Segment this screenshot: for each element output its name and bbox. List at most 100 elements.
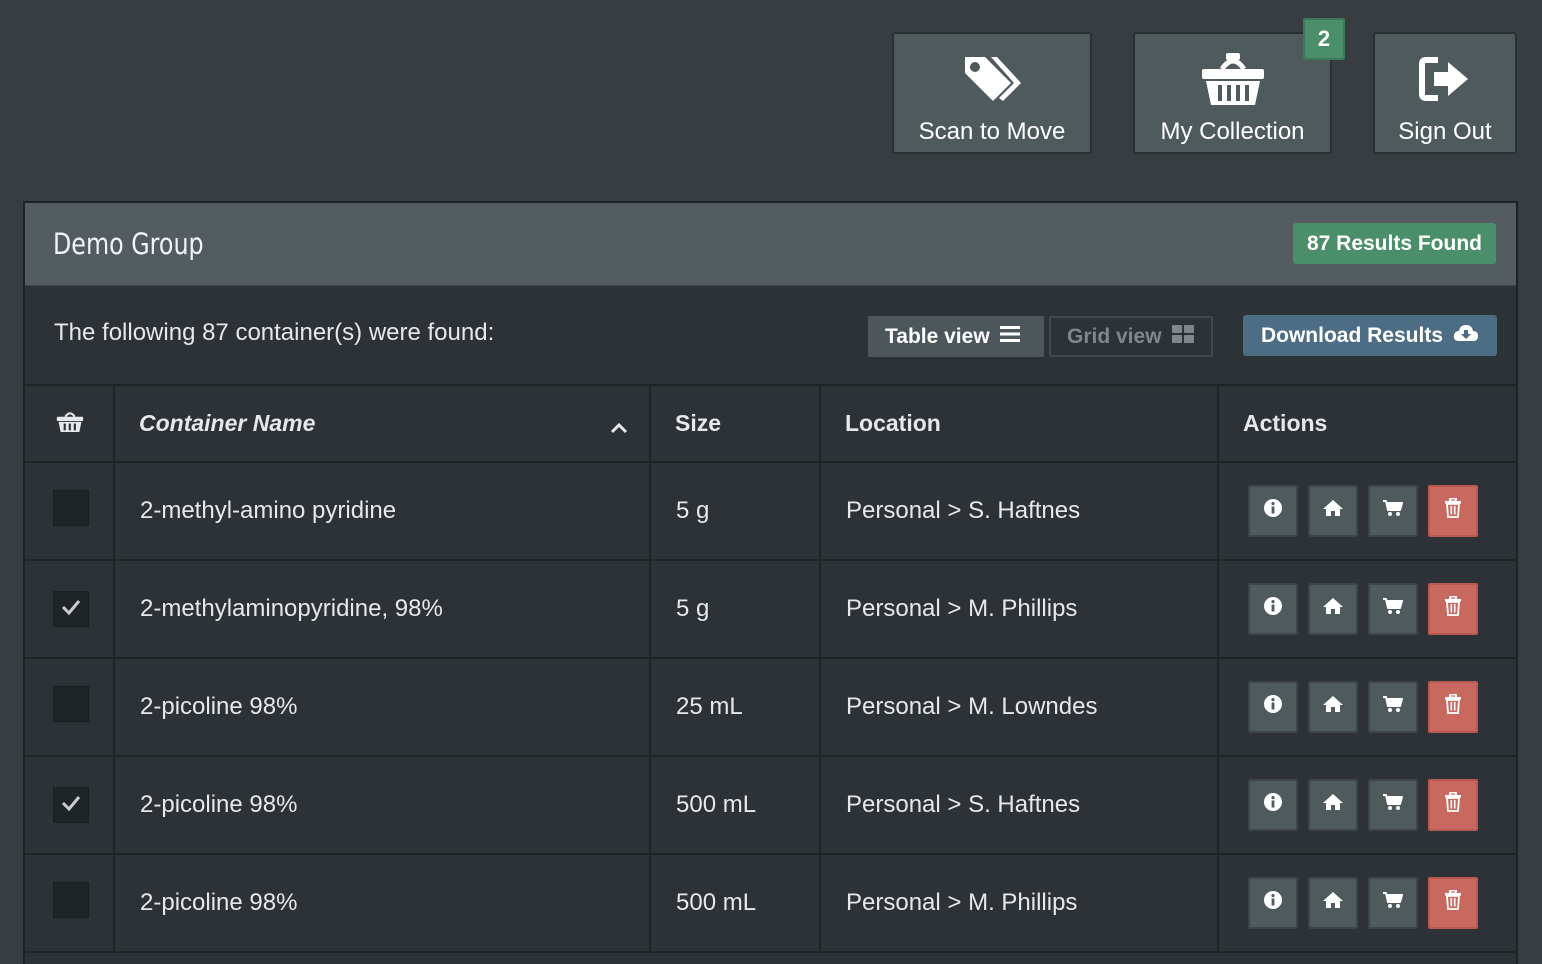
home-button[interactable] bbox=[1308, 681, 1358, 733]
home-icon bbox=[1322, 693, 1344, 721]
home-button[interactable] bbox=[1308, 877, 1358, 929]
container-name-cell: 2-picoline 98% bbox=[114, 756, 651, 855]
container-name-cell: 2-picoline 98% bbox=[114, 658, 651, 757]
panel-header: Demo Group 87 Results Found bbox=[25, 203, 1516, 286]
container-name-cell: 2-picoline 98% bbox=[114, 854, 651, 953]
found-summary-text: The following 87 container(s) were found… bbox=[54, 319, 495, 346]
info-button[interactable] bbox=[1248, 583, 1298, 635]
delete-button[interactable] bbox=[1428, 583, 1478, 635]
actions-cell bbox=[1218, 658, 1518, 757]
delete-button[interactable] bbox=[1428, 485, 1478, 537]
actions-column-header: Actions bbox=[1218, 386, 1518, 463]
trash-icon bbox=[1444, 693, 1462, 721]
add-to-cart-button[interactable] bbox=[1368, 485, 1418, 537]
grid-icon bbox=[1171, 324, 1194, 349]
container-name-cell: 2-methylaminopyridine, 98% bbox=[114, 560, 651, 659]
scan-to-move-button[interactable]: Scan to Move bbox=[892, 32, 1092, 154]
info-button[interactable] bbox=[1248, 681, 1298, 733]
info-icon bbox=[1263, 889, 1283, 917]
home-icon bbox=[1322, 889, 1344, 917]
location-column-header[interactable]: Location bbox=[820, 386, 1219, 463]
trash-icon bbox=[1444, 889, 1462, 917]
size-header-label: Size bbox=[675, 410, 722, 436]
group-title: Demo Group bbox=[53, 227, 204, 261]
row-checkbox[interactable] bbox=[53, 787, 89, 823]
home-icon bbox=[1322, 497, 1344, 525]
check-icon bbox=[60, 791, 82, 819]
delete-button[interactable] bbox=[1428, 877, 1478, 929]
sign-out-icon bbox=[1418, 52, 1472, 106]
list-icon bbox=[999, 325, 1020, 349]
row-checkbox[interactable] bbox=[53, 685, 89, 722]
trash-icon bbox=[1444, 497, 1462, 525]
table-row: 2-picoline 98% 25 mL Personal > M. Lownd… bbox=[25, 658, 1518, 757]
cart-icon bbox=[1382, 693, 1404, 721]
row-checkbox[interactable] bbox=[53, 591, 89, 627]
add-to-cart-button[interactable] bbox=[1368, 779, 1418, 831]
scan-to-move-label: Scan to Move bbox=[918, 118, 1066, 145]
table-row: 2-methyl-amino pyridine 5 g Personal > S… bbox=[25, 462, 1518, 561]
my-collection-label: My Collection bbox=[1160, 118, 1305, 145]
size-cell: 500 mL bbox=[650, 756, 821, 855]
home-button[interactable] bbox=[1308, 485, 1358, 537]
location-cell: Personal > M. Phillips bbox=[820, 560, 1219, 659]
location-cell: Personal > M. Phillips bbox=[820, 854, 1219, 953]
container-name-header-label: Container Name bbox=[139, 410, 316, 436]
actions-header-label: Actions bbox=[1243, 410, 1328, 436]
home-button[interactable] bbox=[1308, 583, 1358, 635]
table-row: 2-picoline 98% 500 mL Personal > M. Phil… bbox=[25, 854, 1518, 953]
add-to-cart-button[interactable] bbox=[1368, 583, 1418, 635]
size-column-header[interactable]: Size bbox=[650, 386, 821, 463]
select-cell bbox=[25, 462, 115, 561]
containers-table: Container Name Size Location Actions 2-m… bbox=[25, 386, 1518, 953]
container-name-cell: 2-methyl-amino pyridine bbox=[114, 462, 651, 561]
table-view-button[interactable]: Table view bbox=[868, 316, 1044, 357]
info-icon bbox=[1263, 595, 1283, 623]
size-cell: 5 g bbox=[650, 462, 821, 561]
actions-cell bbox=[1218, 462, 1518, 561]
location-cell: Personal > S. Haftnes bbox=[820, 462, 1219, 561]
download-results-button[interactable]: Download Results bbox=[1243, 315, 1497, 356]
sign-out-label: Sign Out bbox=[1398, 118, 1492, 145]
collection-column-header[interactable] bbox=[25, 386, 115, 463]
chevron-up-icon bbox=[609, 414, 629, 441]
info-button[interactable] bbox=[1248, 485, 1298, 537]
location-cell: Personal > M. Lowndes bbox=[820, 658, 1219, 757]
table-row: 2-picoline 98% 500 mL Personal > S. Haft… bbox=[25, 756, 1518, 855]
container-name-column-header[interactable]: Container Name bbox=[114, 386, 651, 463]
cart-icon bbox=[1382, 889, 1404, 917]
cloud-download-icon bbox=[1453, 323, 1479, 349]
basket-icon bbox=[56, 409, 84, 439]
collection-count-badge: 2 bbox=[1303, 18, 1345, 60]
select-cell bbox=[25, 560, 115, 659]
home-icon bbox=[1322, 791, 1344, 819]
cart-icon bbox=[1382, 595, 1404, 623]
select-cell bbox=[25, 854, 115, 953]
info-button[interactable] bbox=[1248, 779, 1298, 831]
row-checkbox[interactable] bbox=[53, 881, 89, 918]
info-icon bbox=[1263, 693, 1283, 721]
cart-icon bbox=[1382, 791, 1404, 819]
delete-button[interactable] bbox=[1428, 779, 1478, 831]
table-row: 2-methylaminopyridine, 98% 5 g Personal … bbox=[25, 560, 1518, 659]
add-to-cart-button[interactable] bbox=[1368, 877, 1418, 929]
info-icon bbox=[1263, 791, 1283, 819]
actions-cell bbox=[1218, 854, 1518, 953]
grid-view-label: Grid view bbox=[1067, 324, 1162, 348]
actions-cell bbox=[1218, 756, 1518, 855]
home-button[interactable] bbox=[1308, 779, 1358, 831]
info-button[interactable] bbox=[1248, 877, 1298, 929]
select-cell bbox=[25, 756, 115, 855]
table-view-label: Table view bbox=[885, 324, 990, 348]
table-header-row: Container Name Size Location Actions bbox=[25, 386, 1518, 463]
actions-cell bbox=[1218, 560, 1518, 659]
row-checkbox[interactable] bbox=[53, 489, 89, 526]
check-icon bbox=[60, 595, 82, 623]
add-to-cart-button[interactable] bbox=[1368, 681, 1418, 733]
cart-icon bbox=[1382, 497, 1404, 525]
sign-out-button[interactable]: Sign Out bbox=[1373, 32, 1517, 154]
delete-button[interactable] bbox=[1428, 681, 1478, 733]
tags-icon bbox=[961, 52, 1023, 106]
grid-view-button[interactable]: Grid view bbox=[1049, 316, 1213, 357]
size-cell: 5 g bbox=[650, 560, 821, 659]
